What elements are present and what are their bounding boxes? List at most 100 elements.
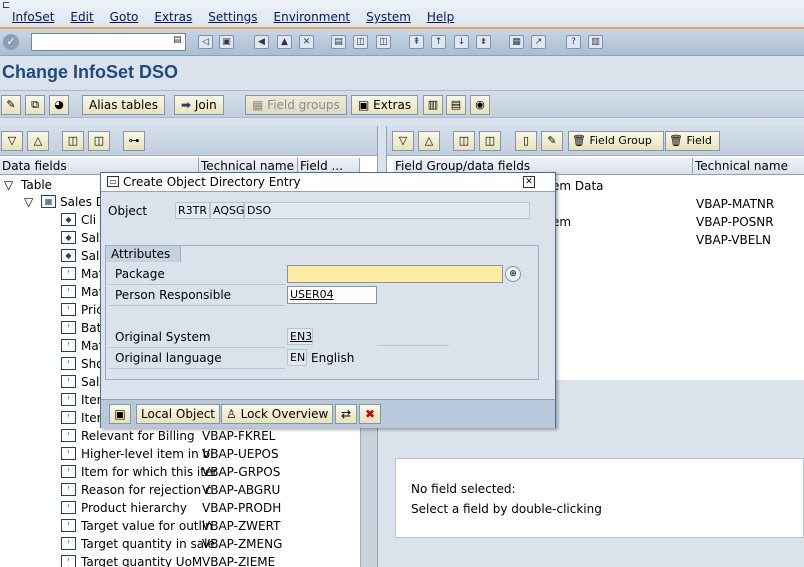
tree-row[interactable]: ᶠ Target value for outlin VBAP-ZWERT <box>0 517 377 535</box>
cancel-icon[interactable]: ✕ <box>299 35 314 49</box>
tree-row[interactable]: ᶠ Product hierarchy VBAP-PRODH <box>0 499 377 517</box>
tech-value: VBAP-MATNR <box>696 197 775 211</box>
display-change-icon[interactable]: ✎ <box>1 95 21 115</box>
menu-item[interactable]: Edit <box>70 10 93 24</box>
find-icon[interactable]: ◫ <box>62 131 84 151</box>
expand-toggle-icon[interactable]: ▽ <box>4 176 13 194</box>
delete-field-button[interactable]: 🗑 Field <box>665 131 720 151</box>
col-technical-name-right[interactable]: Technical name <box>693 158 804 175</box>
find-next-icon[interactable]: ◫ <box>88 131 110 151</box>
package-label: Package <box>115 267 165 281</box>
exit-icon[interactable]: ▲ <box>277 35 292 49</box>
tree-row[interactable]: ᶠ Reason for rejection c VBAP-ABGRU <box>0 481 377 499</box>
collapse-icon[interactable]: △ <box>418 131 440 151</box>
find-next-icon[interactable]: ◫ <box>376 35 391 49</box>
tree-row[interactable]: ᶠ Higher-level item in bi VBAP-UEPOS <box>0 445 377 463</box>
field-icon: ᶠ <box>61 267 76 280</box>
menu-item[interactable]: Extras <box>154 10 192 24</box>
tree-row[interactable]: ᶠ Target quantity in sale VBAP-ZMENG <box>0 535 377 553</box>
colors-icon[interactable]: ▥ <box>423 95 443 115</box>
find-next-icon[interactable]: ◫ <box>479 131 501 151</box>
attributes-tab: Attributes <box>105 245 181 262</box>
save-icon[interactable]: ▣ <box>219 35 234 49</box>
prev-page-icon[interactable]: ↑ <box>431 35 446 49</box>
item-data-node[interactable]: em Data <box>552 179 604 193</box>
find-icon[interactable]: ◫ <box>453 131 475 151</box>
field-icon: ᶠ <box>61 429 76 442</box>
original-language-code: EN <box>287 349 307 366</box>
expand-toggle-icon[interactable]: ▽ <box>24 193 33 211</box>
menu-item[interactable]: System <box>366 10 411 24</box>
first-page-icon[interactable]: ⇞ <box>409 35 424 49</box>
tree-row-label: Reason for rejection c <box>81 483 212 497</box>
shortcut-icon[interactable]: ↗ <box>531 35 546 49</box>
field-info-box: No field selected: Select a field by dou… <box>395 458 804 538</box>
field-icon: ᶠ <box>61 447 76 460</box>
tree-row-label: Target value for outlin <box>81 519 213 533</box>
tree-row-label: Sal <box>81 375 100 389</box>
back-icon[interactable]: ◁ <box>198 35 213 49</box>
trash-icon: 🗑 <box>572 134 586 147</box>
object-label: Object <box>108 204 148 218</box>
tree-row[interactable]: ᶠ Relevant for Billing VBAP-FKREL <box>0 427 377 445</box>
join-button[interactable]: ➡ Join <box>174 95 224 115</box>
expand-icon[interactable]: ▽ <box>392 131 414 151</box>
enter-icon[interactable]: ✓ <box>3 34 19 50</box>
window-icon: ▭ <box>107 176 119 187</box>
arrow-right-icon: ➡ <box>181 98 192 112</box>
sap-menu-icon[interactable]: ⊏ <box>2 0 10 11</box>
tree-row[interactable]: ᶠ Item for which this iter VBAP-GRPOS <box>0 463 377 481</box>
cancel-icon[interactable]: ✖ <box>359 404 381 424</box>
new-document-icon[interactable]: ▯ <box>515 131 537 151</box>
page-title: Change InfoSet DSO <box>2 62 179 82</box>
back-nav-icon[interactable]: ◀ <box>254 35 269 49</box>
list-icon[interactable]: ▤ <box>446 95 466 115</box>
menu-item-label: Help <box>426 10 455 24</box>
package-input[interactable] <box>287 265 503 283</box>
layout-menu-icon[interactable]: ▥ <box>588 35 603 49</box>
key-field-icon: ◆ <box>61 213 76 226</box>
extras-button[interactable]: ▣ Extras <box>351 95 419 115</box>
save-icon[interactable]: ▣ <box>109 404 131 424</box>
original-language-name: English <box>311 351 355 365</box>
collapse-icon[interactable]: △ <box>27 131 49 151</box>
edit-pencil-icon[interactable]: ✎ <box>541 131 563 151</box>
field-icon: ᶠ <box>61 357 76 370</box>
command-field[interactable]: ▤ <box>31 33 186 51</box>
help-icon[interactable]: ? <box>566 35 581 49</box>
lock-overview-button[interactable]: ♙ Lock Overview <box>221 404 334 424</box>
row-divider <box>109 305 285 306</box>
change-object-icon[interactable]: ⇄ <box>335 404 357 424</box>
next-page-icon[interactable]: ↓ <box>454 35 469 49</box>
tree-row-technical-name: VBAP-GRPOS <box>202 465 281 479</box>
menu-item[interactable]: Goto <box>110 10 139 24</box>
menu-item-label: Settings <box>208 10 258 24</box>
local-object-button[interactable]: Local Object <box>136 404 220 424</box>
tree-row-label: Sal <box>81 249 100 263</box>
close-icon[interactable]: ✕ <box>523 176 535 188</box>
value-help-icon[interactable]: ⊕ <box>505 266 521 282</box>
check-icon[interactable]: ◕ <box>49 95 69 115</box>
new-session-icon[interactable]: ▦ <box>509 35 524 49</box>
last-page-icon[interactable]: ⇟ <box>476 35 491 49</box>
settings-icon[interactable]: ◉ <box>470 95 490 115</box>
tree-row-label: Iter <box>81 411 102 425</box>
menu-item[interactable]: Environment <box>274 10 351 24</box>
alias-tables-button[interactable]: Alias tables <box>82 95 165 115</box>
other-object-icon[interactable]: ⧉ <box>25 95 45 115</box>
tree-row[interactable]: ᶠ Target quantity UoM VBAP-ZIEME <box>0 553 377 567</box>
person-responsible-input[interactable]: USER04 <box>287 286 377 304</box>
find-icon[interactable]: ◫ <box>353 35 368 49</box>
menu-item[interactable]: InfoSet <box>12 10 54 24</box>
tree-layout-icon[interactable]: ⊶ <box>123 131 145 151</box>
print-icon[interactable]: ▤ <box>331 35 346 49</box>
info-line-1: No field selected: <box>411 482 516 496</box>
menu-item[interactable]: Help <box>427 10 454 24</box>
object-pgmid: R3TR <box>175 202 210 219</box>
menu-item[interactable]: Settings <box>208 10 257 24</box>
command-dropdown-icon[interactable]: ▤ <box>173 35 183 48</box>
tree-row-technical-name: VBAP-PRODH <box>202 501 282 515</box>
field-icon: ᶠ <box>61 321 76 334</box>
delete-field-group-button[interactable]: 🗑 Field Group <box>568 131 664 151</box>
expand-icon[interactable]: ▽ <box>1 131 23 151</box>
